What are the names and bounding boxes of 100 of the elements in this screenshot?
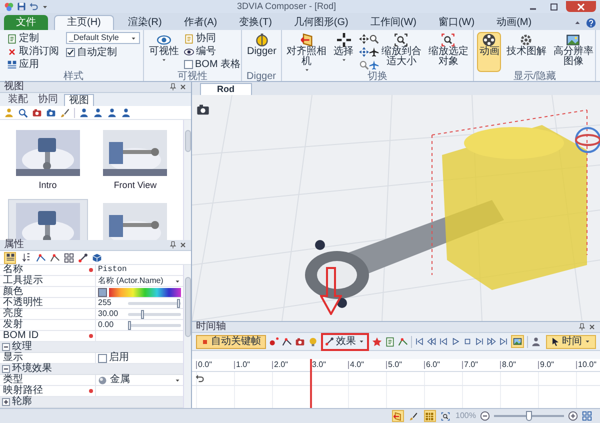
link-icon[interactable]	[78, 252, 88, 262]
path-icon[interactable]	[282, 336, 292, 346]
slider-thumb[interactable]	[177, 298, 180, 308]
pin-icon[interactable]	[578, 323, 586, 331]
auto-key-button[interactable]: 自动关键帧	[196, 334, 266, 348]
ribbon-tab[interactable]: 渲染(R)	[120, 15, 170, 30]
ribbon-tab[interactable]: 几何图形(G)	[286, 15, 356, 30]
effects-dropdown[interactable]: 效果	[325, 336, 365, 348]
color-swatch[interactable]	[98, 288, 107, 296]
tiles-icon[interactable]	[582, 411, 592, 421]
ribbon-tab[interactable]: 作者(A)	[176, 15, 226, 30]
ribbon-button[interactable]: 可视性	[147, 32, 181, 72]
undo-icon[interactable]	[195, 374, 204, 383]
skip-back-icon[interactable]	[439, 337, 448, 346]
bulb-icon[interactable]	[308, 336, 318, 346]
cube-icon[interactable]	[92, 252, 102, 262]
ribbon-tab[interactable]: 主页(H)	[54, 15, 114, 30]
magnifier-icon[interactable]	[368, 34, 379, 44]
star-icon[interactable]	[372, 336, 382, 346]
status-toggle[interactable]	[408, 410, 420, 422]
view-thumbnail[interactable]: Intro	[8, 126, 88, 196]
close-icon[interactable]	[179, 241, 187, 249]
property-dropdown[interactable]: 名称 (Actor.Name)	[98, 277, 181, 285]
scrollbar-thumb[interactable]	[184, 130, 190, 152]
time-dropdown[interactable]: 时间	[546, 334, 596, 348]
ribbon-button[interactable]: 技术图解	[504, 32, 548, 72]
skip-forward-icon[interactable]	[499, 337, 508, 346]
close-button[interactable]	[566, 1, 596, 12]
rewind-icon[interactable]	[427, 337, 436, 346]
path-icon[interactable]	[50, 252, 60, 262]
slider-thumb[interactable]	[141, 310, 144, 318]
person-icon[interactable]	[79, 108, 89, 118]
checkbox[interactable]	[184, 60, 193, 69]
move-arrows-icon[interactable]	[358, 34, 369, 44]
ribbon-button[interactable]: 高分辨率图像	[551, 32, 596, 72]
panel-tab[interactable]: 视图	[64, 94, 94, 106]
ribbon-button[interactable]: 取消订阅	[7, 45, 59, 58]
ribbon-tab[interactable]: 窗口(W)	[430, 15, 483, 30]
ribbon-button[interactable]: 选择	[332, 32, 356, 72]
camera-icon[interactable]	[196, 103, 210, 117]
collapse-toggle[interactable]	[2, 343, 10, 351]
ribbon-button[interactable]: 编号	[184, 45, 241, 58]
ribbon-button[interactable]: 协同	[184, 32, 241, 45]
undo-icon[interactable]	[29, 2, 38, 11]
close-icon[interactable]	[179, 83, 187, 91]
stop-icon[interactable]	[463, 337, 472, 346]
person-icon[interactable]	[107, 108, 117, 118]
status-toggle[interactable]	[392, 410, 404, 422]
pin-icon[interactable]	[169, 241, 177, 249]
document-icon[interactable]	[385, 336, 395, 346]
move-arrows-icon[interactable]	[358, 47, 369, 57]
help-icon[interactable]	[586, 18, 596, 28]
status-toggle[interactable]	[424, 410, 436, 422]
panel-tab[interactable]: 装配	[4, 94, 32, 106]
magnifier-icon[interactable]	[18, 108, 28, 118]
ribbon-button[interactable]: 缩放选定对象	[426, 32, 470, 72]
ribbon-tab[interactable]: 变换(T)	[231, 15, 280, 30]
skip-forward-icon[interactable]	[475, 337, 484, 346]
tiles-icon[interactable]	[64, 252, 74, 262]
person-icon[interactable]	[531, 336, 541, 346]
camera-icon[interactable]	[32, 108, 42, 118]
slider-thumb[interactable]	[128, 320, 131, 330]
checkbox[interactable]	[66, 48, 75, 57]
plus-icon[interactable]	[568, 411, 578, 421]
ribbon-button[interactable]: 定制	[7, 32, 59, 45]
ribbon-button[interactable]: 缩放到合适大小	[379, 32, 424, 72]
ribbon-button[interactable]: Digger	[244, 32, 278, 72]
path-icon[interactable]	[36, 252, 46, 262]
expand-toggle[interactable]	[2, 398, 10, 406]
view-mode-button[interactable]	[4, 252, 16, 264]
ribbon-tab[interactable]: 动画(M)	[488, 15, 540, 30]
status-toggle[interactable]	[440, 410, 452, 422]
slider-thumb[interactable]	[526, 411, 532, 421]
document-tab[interactable]: Rod	[200, 83, 252, 95]
collapse-toggle[interactable]	[2, 365, 10, 373]
scrollbar-thumb[interactable]	[184, 277, 190, 337]
save-icon[interactable]	[17, 2, 26, 11]
ribbon-button[interactable]: 应用	[7, 58, 59, 71]
fast-forward-icon[interactable]	[487, 337, 496, 346]
view-thumbnail[interactable]: Front View	[96, 126, 175, 196]
minus-icon[interactable]	[480, 411, 490, 421]
person-icon[interactable]	[121, 108, 131, 118]
camera-icon[interactable]	[295, 336, 305, 346]
panel-tab[interactable]: 协同	[34, 94, 62, 106]
style-dropdown[interactable]: _Default Style	[66, 32, 140, 44]
person-icon[interactable]	[93, 108, 103, 118]
skip-back-icon[interactable]	[415, 337, 424, 346]
play-icon[interactable]	[451, 337, 460, 346]
view-thumbnail[interactable]	[8, 199, 88, 240]
view-mode-button[interactable]	[20, 252, 32, 264]
display-toggle[interactable]	[511, 335, 524, 348]
ribbon-tab[interactable]: 文件	[4, 15, 48, 30]
close-icon[interactable]	[588, 323, 596, 331]
color-spectrum[interactable]	[109, 288, 181, 296]
material-dropdown[interactable]: 金属	[98, 375, 181, 385]
pin-icon[interactable]	[169, 83, 177, 91]
ribbon-tab[interactable]: 工作间(W)	[362, 15, 424, 30]
ribbon-button[interactable]: 对齐照相机	[284, 32, 329, 72]
ribbon-button[interactable]: 动画	[477, 32, 502, 72]
brush-icon[interactable]	[60, 108, 70, 118]
